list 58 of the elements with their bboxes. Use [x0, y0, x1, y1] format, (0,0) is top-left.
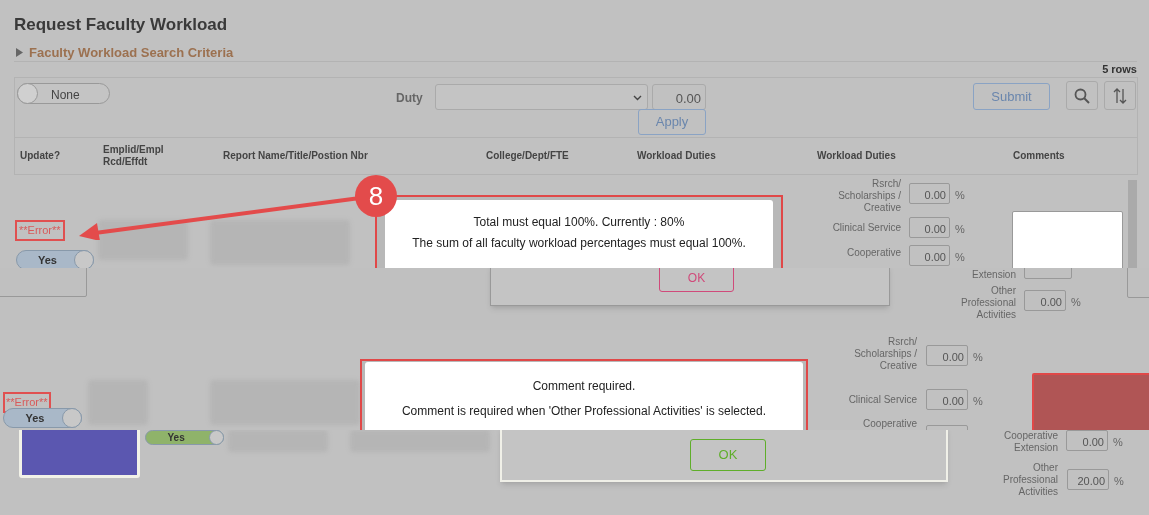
amount-field[interactable]: 0.00 [652, 84, 706, 110]
row-count: 5 rows [1102, 62, 1137, 77]
column-header: College/Dept/FTE [486, 150, 569, 162]
dialog-message: The sum of all faculty workload percentages must equal 100%. [411, 235, 747, 252]
percent-field[interactable]: 0.00 [1024, 290, 1066, 311]
unit-label: % [1071, 295, 1081, 310]
percent-field[interactable]: 0.00 [909, 245, 950, 266]
column-header: Emplid/Empl Rcd/Effdt [103, 144, 165, 168]
duty-label: Cooperative [846, 247, 901, 259]
duty-label: Other Professional Activities [959, 285, 1016, 321]
toggle-switch[interactable]: None [17, 83, 110, 104]
duty-label: Clinical Service [831, 222, 901, 234]
unit-label: % [955, 250, 965, 265]
step-badge: 8 [355, 175, 397, 217]
duty-label: Cooperative [862, 418, 917, 430]
toggle-switch[interactable]: Yes [16, 250, 94, 268]
percent-field[interactable]: 0.00 [909, 183, 950, 204]
unit-label: % [1113, 435, 1123, 450]
column-header: Workload Duties [817, 150, 896, 162]
field-label: Duty [396, 90, 423, 107]
duty-dropdown[interactable] [435, 84, 648, 110]
percent-field[interactable]: 20.00 [1067, 469, 1109, 490]
duty-label: Rsrch/ Scholarships / Creative [837, 178, 901, 214]
unit-label: % [955, 222, 965, 237]
scrollbar[interactable] [1128, 180, 1137, 268]
sort-icon [1113, 87, 1127, 104]
column-header: Update? [20, 150, 60, 162]
sort-button[interactable] [1104, 81, 1136, 110]
unit-label: % [973, 394, 983, 409]
duty-label: Extension [971, 269, 1016, 281]
search-button[interactable] [1066, 81, 1098, 110]
unit-label: % [1114, 474, 1124, 489]
comment-box[interactable] [1032, 373, 1149, 430]
toggle-switch[interactable]: Yes [145, 430, 224, 445]
caret-icon [633, 95, 642, 101]
duty-label: Clinical Service [847, 394, 917, 406]
percent-field[interactable]: 0.00 [1066, 430, 1108, 451]
ok-button[interactable]: OK [659, 268, 734, 292]
duty-label: Rsrch/ Scholarships / Creative [853, 336, 917, 372]
search-icon [1074, 87, 1090, 104]
column-header: Comments [1013, 150, 1065, 162]
page-title: Request Faculty Workload [14, 14, 228, 36]
duty-label: Other Professional Activities [1001, 462, 1058, 498]
column-header: Workload Duties [637, 150, 716, 162]
column-header: Report Name/Title/Postion Nbr [223, 150, 368, 162]
percent-field[interactable]: 0.00 [909, 217, 950, 238]
duty-label: Cooperative Extension [1003, 430, 1058, 454]
percent-field[interactable]: 0.00 [926, 345, 968, 366]
dialog-title: Comment required. [531, 378, 637, 395]
error-label: **Error** [15, 220, 65, 241]
search-criteria-link[interactable]: Faculty Workload Search Criteria [16, 43, 234, 63]
unit-label: % [955, 188, 965, 203]
dialog-message: Comment is required when 'Other Professional Activities' is selected. [400, 403, 768, 420]
unit-label: % [973, 350, 983, 365]
comment-box[interactable] [1012, 211, 1123, 268]
percent-field[interactable]: 0.00 [926, 389, 968, 410]
dialog-title: Total must equal 100%. Currently : 80% [472, 214, 686, 231]
toggle-switch[interactable]: Yes [3, 408, 82, 428]
